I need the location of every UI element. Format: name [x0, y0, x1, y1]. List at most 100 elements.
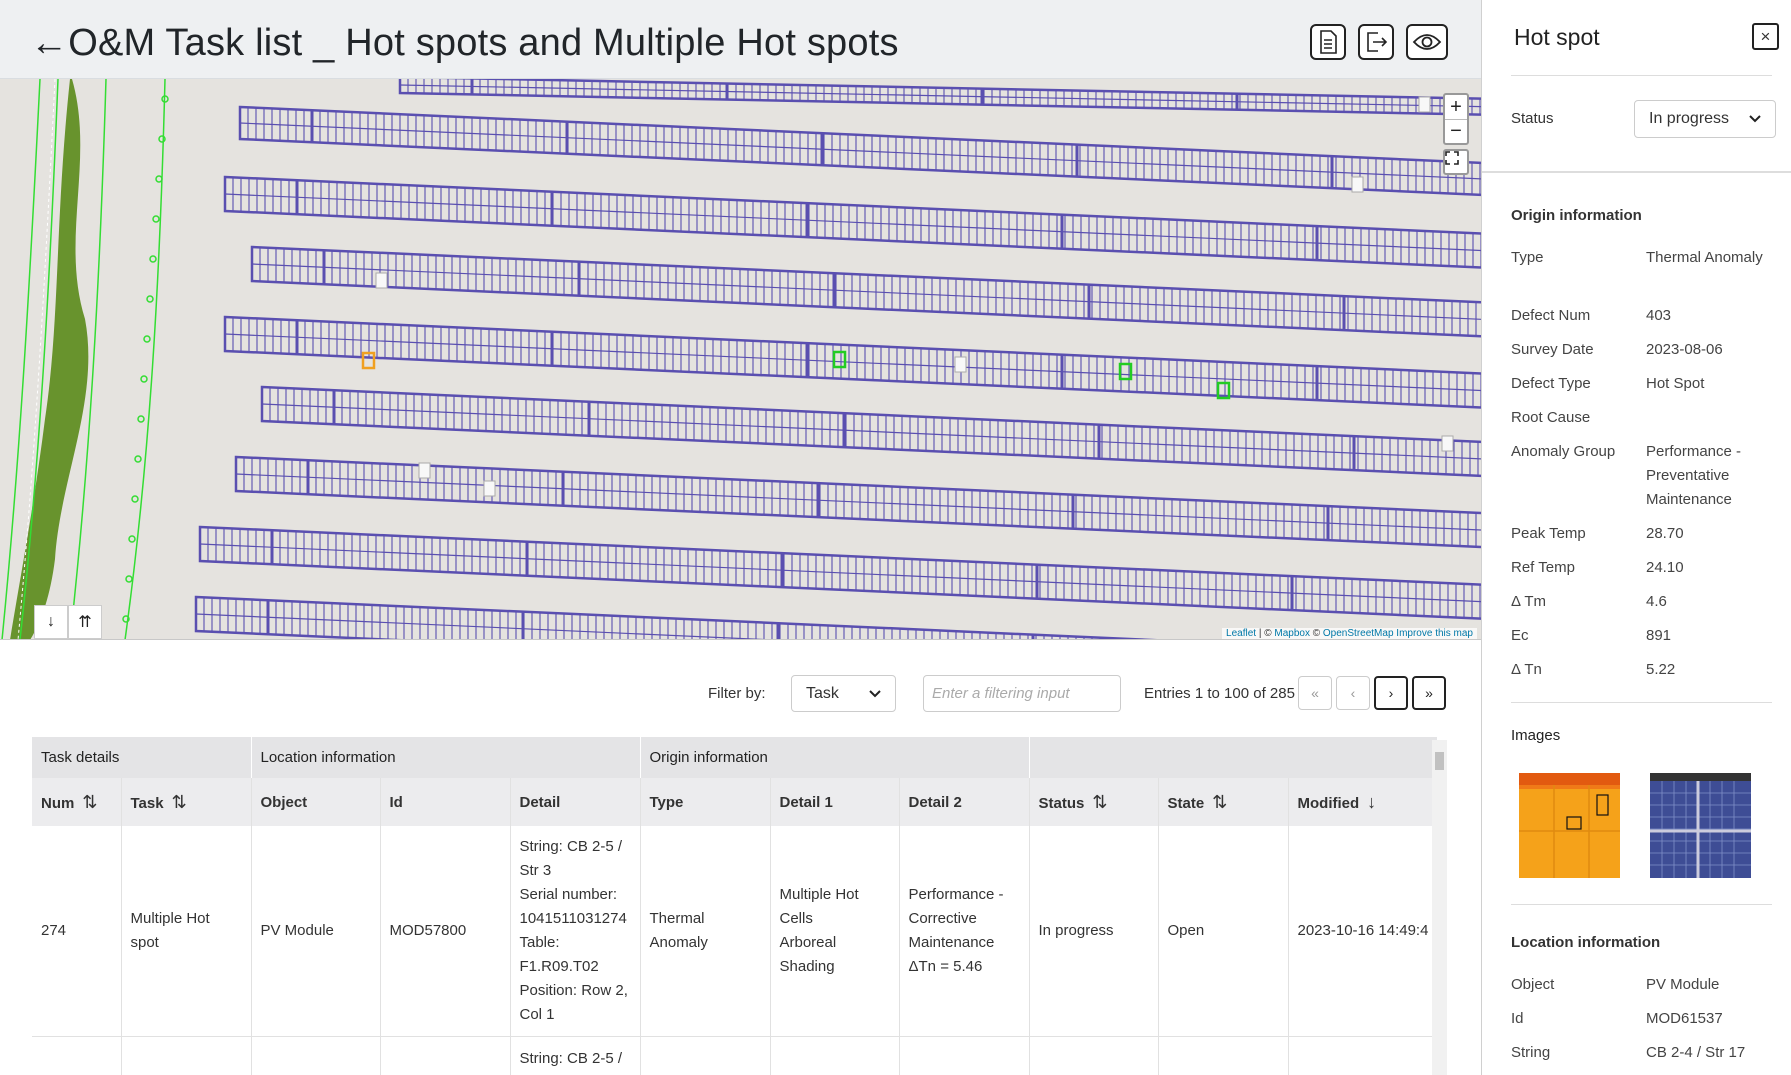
improve-map-link[interactable]: Improve this map: [1394, 628, 1473, 639]
origin-row-delta-tm: Δ Tm 4.6: [1511, 590, 1771, 614]
col-modified[interactable]: Modified ↓: [1288, 778, 1439, 826]
pagination: « ‹ › »: [1298, 676, 1446, 710]
detail-line: Performance - Corrective Maintenance: [908, 885, 1004, 951]
field-label: Defect Type: [1511, 375, 1591, 392]
hotspot-marker: [832, 350, 847, 369]
table-row[interactable]: String: CB 2-5 /: [32, 1036, 1439, 1075]
pv-array-layer[interactable]: [0, 79, 1481, 640]
detail-line: ΔTn = 5.46: [908, 957, 983, 975]
detail-line: Table: F1.R09.T02: [519, 933, 599, 975]
sort-desc-icon[interactable]: ↓: [1367, 792, 1376, 812]
cell-detail-1: [770, 1036, 900, 1075]
hotspot-marker: [1351, 176, 1364, 193]
cell-status: [1029, 1036, 1159, 1075]
origin-row-delta-tn: Δ Tn 5.22: [1511, 658, 1771, 682]
fullscreen-button[interactable]: [1443, 149, 1469, 175]
boundary-node: [128, 535, 136, 543]
task-table: Task details Location information Origin…: [32, 737, 1439, 1075]
col-label: Modified: [1297, 794, 1360, 812]
col-status[interactable]: Status ⇅: [1029, 778, 1159, 826]
boundary-node: [134, 455, 142, 463]
leaflet-link[interactable]: Leaflet: [1226, 628, 1256, 639]
first-page-button[interactable]: «: [1298, 676, 1332, 710]
table-scrollbar[interactable]: [1432, 740, 1447, 1075]
zoom-out-button[interactable]: −: [1445, 119, 1467, 143]
cell-status: In progress: [1029, 826, 1159, 1037]
field-label: Survey Date: [1511, 341, 1594, 358]
scroll-top-button[interactable]: ⇈: [68, 605, 102, 639]
field-label: Object: [1511, 976, 1555, 993]
col-id: Id: [380, 778, 511, 826]
sort-icon[interactable]: ⇅: [1212, 792, 1227, 812]
site-map[interactable]: + − ↓ ⇈ Leaflet | © Mapbox © OpenStreetM…: [0, 79, 1481, 640]
field-label: Id: [1511, 1010, 1524, 1027]
field-label: Anomaly Group: [1511, 443, 1616, 460]
attribution-sep-2: ©: [1309, 628, 1323, 639]
last-page-button[interactable]: »: [1412, 676, 1446, 710]
col-task[interactable]: Task ⇅: [121, 778, 252, 826]
boundary-node: [158, 135, 166, 143]
col-state[interactable]: State ⇅: [1158, 778, 1289, 826]
next-page-button[interactable]: ›: [1374, 676, 1408, 710]
page-header: ←O&M Task list _ Hot spots and Multiple …: [0, 0, 1481, 79]
cell-detail-2: [899, 1036, 1030, 1075]
mapbox-link[interactable]: Mapbox: [1274, 628, 1310, 639]
cell-state: [1158, 1036, 1289, 1075]
pv-row-divider: [235, 473, 1481, 531]
cell-detail-1: Multiple Hot Cells Arboreal Shading: [770, 826, 900, 1037]
col-detail-1: Detail 1: [770, 778, 900, 826]
detail-line: String: CB 2-5 /: [519, 1049, 623, 1067]
cell-type: [640, 1036, 771, 1075]
sort-icon[interactable]: ⇅: [82, 792, 97, 812]
view-button[interactable]: [1406, 24, 1448, 60]
field-value: 5.22: [1646, 661, 1676, 678]
entries-count: Entries 1 to 100 of 285: [1144, 685, 1295, 702]
field-value: Hot Spot: [1646, 375, 1705, 392]
col-label: Task: [130, 794, 164, 812]
cell-task: [121, 1036, 252, 1075]
vegetation-area: [10, 79, 89, 639]
boundary-node: [146, 295, 154, 303]
prev-page-button[interactable]: ‹: [1336, 676, 1370, 710]
status-select[interactable]: In progress: [1634, 100, 1776, 138]
field-value: 4.6: [1646, 593, 1667, 610]
filter-input[interactable]: Enter a filtering input: [923, 675, 1121, 712]
cell-object: [251, 1036, 381, 1075]
boundary-node: [143, 335, 151, 343]
field-value: MOD61537: [1646, 1010, 1723, 1027]
filter-select[interactable]: Task: [791, 675, 896, 712]
close-icon: ×: [1760, 26, 1771, 46]
col-num[interactable]: Num ⇅: [32, 778, 122, 826]
filter-bar: Filter by: Task Enter a filtering input …: [0, 675, 1481, 713]
scrollbar-thumb[interactable]: [1435, 752, 1444, 770]
panel-title: Hot spot: [1514, 24, 1600, 50]
detail-panel: Hot spot × Status In progress Origin inf…: [1481, 0, 1791, 1075]
hotspot-marker: [418, 462, 431, 479]
hotspot-marker: [483, 480, 496, 497]
table-row[interactable]: 274 Multiple Hot spot PV Module MOD57800…: [32, 826, 1439, 1037]
report-button[interactable]: [1310, 24, 1346, 60]
close-button[interactable]: ×: [1752, 23, 1779, 50]
thermal-image-thumbnail[interactable]: [1519, 773, 1620, 878]
sort-icon[interactable]: ⇅: [1092, 792, 1107, 812]
location-row-string: String CB 2-4 / Str 17: [1511, 1041, 1771, 1065]
report-icon: [1320, 30, 1337, 54]
origin-section-title: Origin information: [1511, 207, 1642, 224]
map-arrow-controls: ↓ ⇈: [34, 605, 102, 639]
divider: [1482, 171, 1791, 173]
sort-icon[interactable]: ⇅: [172, 792, 187, 812]
group-header-row: Task details Location information Origin…: [32, 737, 1439, 778]
zoom-in-button[interactable]: +: [1445, 95, 1467, 119]
col-label: Num: [41, 794, 75, 812]
scroll-down-button[interactable]: ↓: [34, 605, 68, 639]
pv-row-divider: [239, 122, 1481, 180]
location-section-title: Location information: [1511, 934, 1661, 951]
field-value: 891: [1646, 627, 1672, 644]
visual-image-thumbnail[interactable]: [1650, 773, 1751, 878]
osm-link[interactable]: OpenStreetMap: [1323, 628, 1394, 639]
boundary-node: [149, 255, 157, 263]
col-detail: Detail: [510, 778, 641, 826]
field-value: 28.70: [1646, 525, 1684, 542]
page-title[interactable]: ←O&M Task list _ Hot spots and Multiple …: [30, 22, 899, 65]
export-button[interactable]: [1358, 24, 1394, 60]
